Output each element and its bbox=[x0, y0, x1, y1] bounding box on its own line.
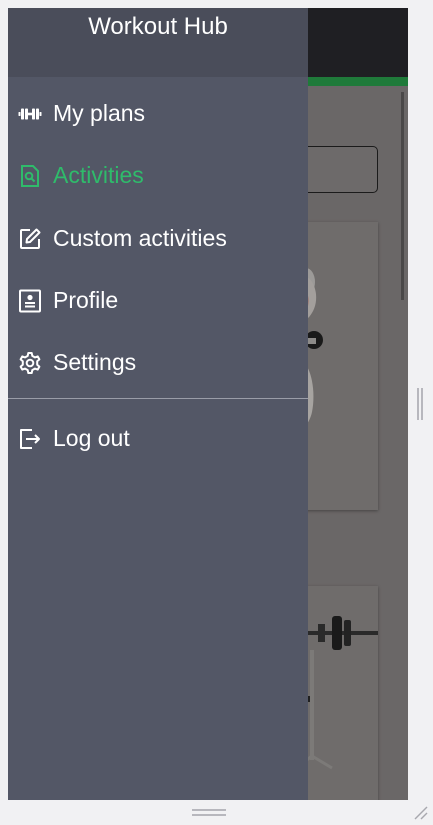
drawer-divider bbox=[8, 398, 308, 399]
emulator-frame-left bbox=[0, 0, 8, 825]
nav-item-label: Profile bbox=[53, 287, 119, 313]
edit-icon bbox=[20, 228, 41, 249]
nav-item-label: Settings bbox=[53, 349, 137, 375]
dumbbell-icon bbox=[18, 108, 42, 120]
logout-icon bbox=[20, 429, 40, 449]
gear-icon bbox=[19, 352, 41, 374]
nav-item-label: Custom activities bbox=[53, 225, 227, 251]
navigation-drawer: Workout Hub My plans Activities Custom a… bbox=[8, 8, 308, 800]
profile-card-icon bbox=[19, 289, 41, 313]
bottom-resize-handle[interactable] bbox=[192, 809, 226, 816]
scrollbar bbox=[401, 92, 404, 300]
nav-item-my-plans[interactable]: My plans bbox=[8, 89, 308, 139]
drawer-header: Workout Hub bbox=[8, 8, 308, 77]
nav-item-profile[interactable]: Profile bbox=[8, 276, 308, 326]
emulator-frame-top bbox=[0, 0, 433, 8]
nav-item-custom-activities[interactable]: Custom activities bbox=[8, 214, 308, 264]
nav-item-label: My plans bbox=[53, 100, 146, 126]
resize-corner-icon[interactable] bbox=[412, 804, 428, 820]
side-resize-handle[interactable] bbox=[417, 388, 423, 420]
nav-item-log-out[interactable]: Log out bbox=[8, 414, 308, 464]
app-title: Workout Hub bbox=[88, 13, 228, 40]
nav-item-settings[interactable]: Settings bbox=[8, 338, 308, 388]
search-document-icon bbox=[21, 165, 39, 187]
nav-item-label: Activities bbox=[53, 162, 144, 188]
nav-item-activities[interactable]: Activities bbox=[8, 151, 308, 201]
nav-item-label: Log out bbox=[53, 425, 130, 451]
